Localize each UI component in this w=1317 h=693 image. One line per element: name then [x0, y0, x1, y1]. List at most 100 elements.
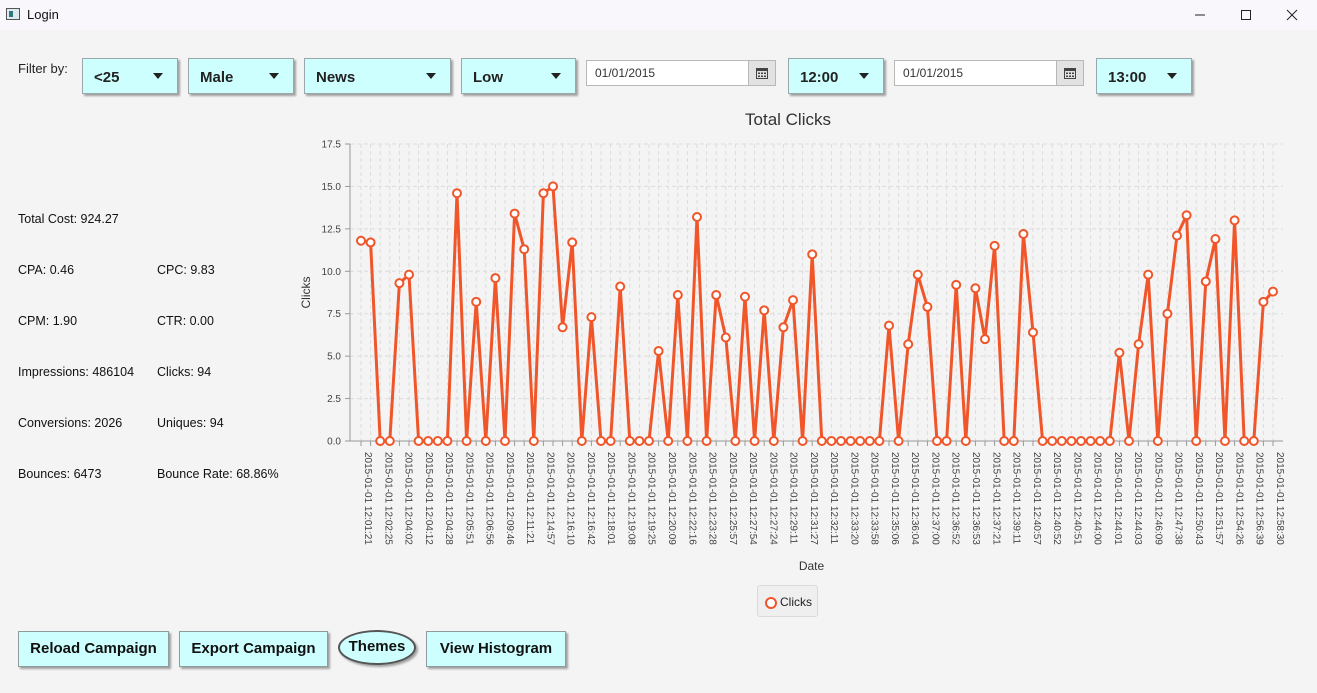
start-time-combo[interactable]: 12:00	[788, 58, 884, 94]
data-point	[692, 211, 702, 222]
end-date-picker-button[interactable]	[1056, 60, 1084, 86]
chart-legend: Clicks	[757, 585, 818, 617]
x-tick-label: 2015-01-01 12:18:01	[605, 452, 616, 545]
data-point	[932, 436, 942, 446]
data-point	[740, 291, 750, 302]
legend-symbol-icon	[765, 597, 777, 609]
data-point	[1200, 276, 1211, 287]
y-tick-label: 2.5	[327, 394, 341, 405]
cpc-stat: CPC: 9.83	[157, 263, 215, 277]
x-tick-label: 2015-01-01 12:40:51	[1071, 452, 1082, 545]
x-tick-label: 2015-01-01 12:36:53	[970, 452, 981, 545]
data-point	[432, 436, 443, 446]
x-tick-label: 2015-01-01 12:56:39	[1254, 452, 1265, 545]
data-point	[557, 322, 568, 333]
x-tick-label: 2015-01-01 12:36:52	[950, 452, 961, 545]
data-point	[442, 436, 453, 446]
data-point	[788, 295, 798, 306]
data-point	[1229, 215, 1240, 226]
calendar-icon	[1064, 68, 1076, 79]
x-tick-label: 2015-01-01 12:40:57	[1031, 452, 1042, 545]
y-axis-label: Clicks	[299, 277, 313, 309]
data-point	[778, 322, 789, 333]
context-combo-value: News	[316, 69, 356, 86]
data-point	[768, 436, 779, 446]
end-date-field[interactable]: 01/01/2015	[894, 60, 1057, 86]
x-tick-label: 2015-01-01 12:05:51	[463, 452, 474, 545]
maximize-button[interactable]	[1223, 0, 1269, 30]
data-point	[1172, 230, 1182, 241]
end-time-combo[interactable]: 13:00	[1096, 58, 1192, 94]
data-point	[413, 436, 424, 446]
y-tick-label: 15.0	[322, 182, 342, 193]
data-point	[471, 296, 482, 307]
view-histogram-button[interactable]: View Histogram	[426, 631, 566, 667]
data-point	[759, 305, 770, 316]
x-tick-label: 2015-01-01 12:37:21	[990, 452, 1001, 545]
x-tick-label: 2015-01-01 12:33:20	[848, 452, 859, 545]
start-date-field[interactable]: 01/01/2015	[586, 60, 749, 86]
data-point	[538, 188, 549, 199]
minimize-button[interactable]	[1177, 0, 1223, 30]
calendar-icon	[756, 68, 768, 79]
x-tick-label: 2015-01-01 12:47:38	[1173, 452, 1184, 545]
chevron-down-icon	[269, 73, 279, 79]
bounces-stat: Bounces: 6473	[18, 467, 102, 481]
data-point	[663, 436, 674, 446]
close-button[interactable]	[1269, 0, 1315, 30]
income-combo[interactable]: Low	[461, 58, 576, 94]
data-point	[615, 281, 626, 292]
data-point	[720, 332, 731, 343]
data-point	[653, 346, 664, 357]
export-campaign-button[interactable]: Export Campaign	[179, 631, 328, 667]
gender-combo[interactable]: Male	[188, 58, 294, 94]
legend-label: Clicks	[780, 595, 812, 609]
data-point	[509, 208, 520, 219]
y-tick-label: 12.5	[322, 224, 342, 235]
chevron-down-icon	[859, 73, 869, 79]
data-point	[596, 436, 606, 446]
plot-area	[350, 144, 1283, 441]
themes-button[interactable]: Themes	[338, 630, 416, 665]
conversions-stat: Conversions: 2026	[18, 416, 123, 430]
x-tick-label: 2015-01-01 12:37:00	[929, 452, 940, 545]
x-axis-label: Date	[799, 559, 825, 573]
x-tick-label: 2015-01-01 12:11:21	[524, 452, 535, 545]
x-tick-label: 2015-01-01 12:40:52	[1051, 452, 1062, 545]
chevron-down-icon	[1167, 73, 1177, 79]
age-combo[interactable]: <25	[82, 58, 178, 94]
data-point	[624, 436, 635, 446]
y-tick-label: 10.0	[322, 267, 342, 278]
start-date-picker-button[interactable]	[748, 60, 776, 86]
x-tick-label: 2015-01-01 12:32:11	[828, 452, 839, 545]
total-cost-stat: Total Cost: 924.27	[18, 212, 119, 226]
data-point	[1104, 436, 1115, 446]
impressions-stat: Impressions: 486104	[18, 365, 135, 379]
chevron-down-icon	[426, 73, 436, 79]
close-icon	[1286, 9, 1298, 21]
data-point	[730, 436, 741, 446]
data-point	[1114, 347, 1125, 358]
data-point	[874, 436, 885, 446]
data-point	[1181, 210, 1192, 221]
reload-campaign-button[interactable]: Reload Campaign	[18, 631, 169, 667]
context-combo[interactable]: News	[304, 58, 451, 94]
chevron-down-icon	[153, 73, 163, 79]
data-point	[567, 237, 578, 248]
window-title: Login	[27, 7, 59, 22]
data-point	[528, 436, 539, 446]
x-tick-label: 2015-01-01 12:27:54	[747, 452, 758, 545]
x-tick-label: 2015-01-01 12:16:42	[585, 452, 596, 545]
data-point	[682, 436, 693, 446]
data-point	[548, 181, 558, 192]
maximize-icon	[1241, 10, 1251, 20]
data-point	[1056, 436, 1067, 446]
ctr-stat: CTR: 0.00	[157, 314, 214, 328]
data-point	[1191, 436, 1202, 446]
data-point	[404, 269, 414, 280]
data-point	[480, 436, 491, 446]
data-point	[1066, 436, 1077, 446]
x-tick-label: 2015-01-01 12:23:28	[707, 452, 718, 545]
clicks-line-chart: 0.0 2.5 5.0 7.5 10.0 12.5 15.0 17.5 2015-01-01 1…	[299, 140, 1285, 574]
x-tick-label: 2015-01-01 12:35:06	[889, 452, 900, 545]
